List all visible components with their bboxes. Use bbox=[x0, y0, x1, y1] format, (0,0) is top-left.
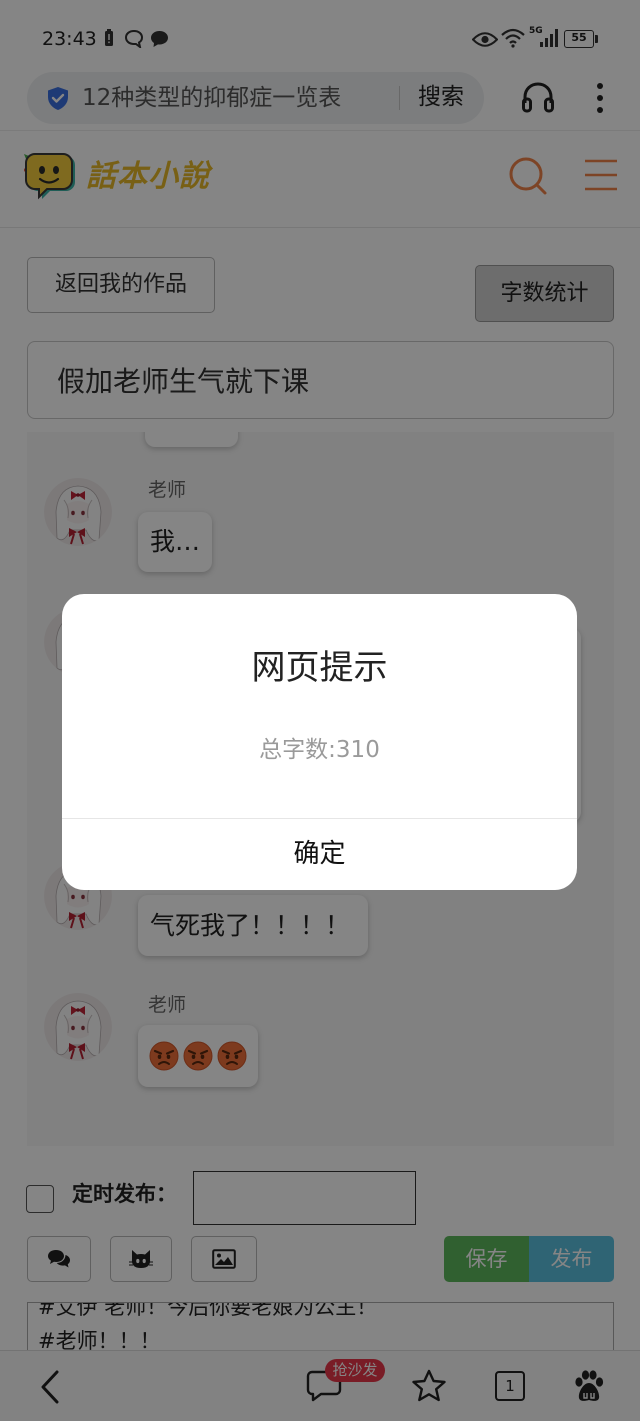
screen: 23:43 5G 55 12种类型的抑郁症一览表 搜索 話本小說 返回我的作品 … bbox=[0, 0, 640, 1421]
alert-dialog: 网页提示 总字数:310 确定 bbox=[62, 594, 577, 890]
dialog-message: 总字数:310 bbox=[259, 737, 380, 763]
dialog-title: 网页提示 bbox=[251, 648, 388, 688]
confirm-button[interactable]: 确定 bbox=[62, 819, 577, 890]
